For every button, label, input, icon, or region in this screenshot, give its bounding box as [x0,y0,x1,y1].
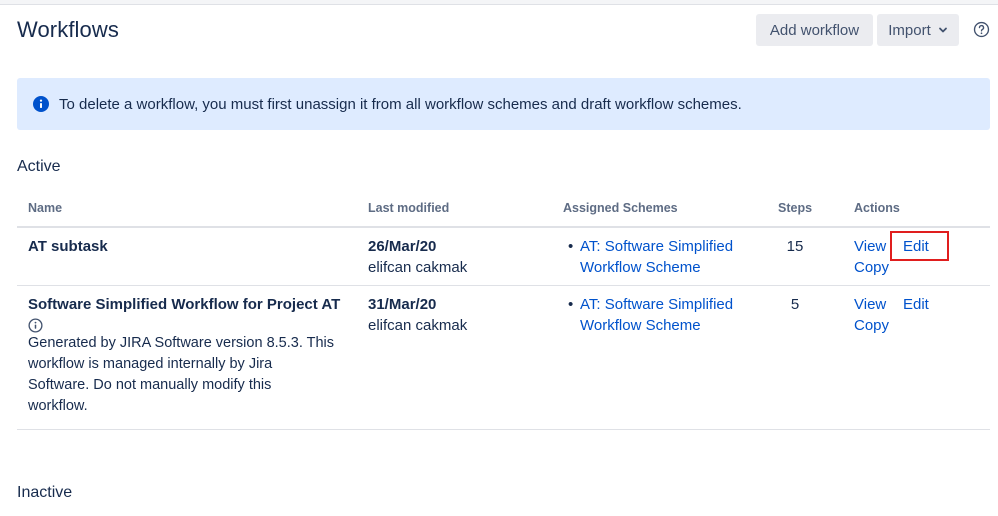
top-divider [0,0,998,5]
steps-count: 5 [790,296,800,313]
info-banner: To delete a workflow, you must first una… [17,78,990,130]
import-button[interactable]: Import [877,14,959,46]
edit-link[interactable]: Edit [903,294,929,315]
assigned-scheme: AT: Software SimplifiedWorkflow Scheme [566,236,756,278]
banner-message: To delete a workflow, you must first una… [59,95,742,113]
copy-link[interactable]: Copy [854,315,889,336]
table-row: AT subtask 26/Mar/20 elifcan cakmak AT: … [17,229,990,286]
workflow-description: Generated by JIRA Software version 8.5.3… [28,335,335,414]
workflow-name: AT subtask [28,238,108,255]
info-icon [33,96,49,112]
view-link[interactable]: View [854,236,886,257]
column-header-last-modified: Last modified [368,201,450,215]
workflow-name-cell: Software Simplified Workflow for Project… [28,294,358,417]
chevron-down-icon [938,27,947,33]
section-title-inactive: Inactive [17,484,73,501]
column-header-steps: Steps [778,201,813,215]
import-label: Import [888,21,931,39]
assigned-scheme: AT: Software SimplifiedWorkflow Scheme [566,294,756,336]
last-modified: 26/Mar/20 elifcan cakmak [368,236,467,278]
view-link[interactable]: View [854,294,886,315]
workflow-name: Software Simplified Workflow for Project… [28,296,341,313]
copy-link[interactable]: Copy [854,257,889,278]
table-header: Name Last modified Assigned Schemes Step… [17,198,990,228]
scheme-link[interactable]: AT: Software Simplified Workflow Scheme [580,238,733,276]
add-workflow-button[interactable]: Add workflow [756,14,873,46]
modified-date: 26/Mar/20 [368,238,437,255]
steps-count: 15 [786,238,804,255]
last-modified: 31/Mar/20 elifcan cakmak [368,294,467,336]
column-header-name: Name [28,201,63,215]
column-header-actions: Actions [854,201,900,215]
add-workflow-label: Add workflow [769,21,860,39]
help-icon[interactable] [973,21,990,38]
modified-date: 31/Mar/20 [368,296,437,313]
scheme-link[interactable]: AT: Software Simplified Workflow Scheme [580,296,733,334]
modified-by: elifcan cakmak [368,317,468,334]
page-title: Workflows [17,17,119,42]
modified-by: elifcan cakmak [368,259,468,276]
table-row: Software Simplified Workflow for Project… [17,287,990,430]
column-header-assigned-schemes: Assigned Schemes [563,201,678,215]
info-icon[interactable] [28,318,43,333]
section-title-active: Active [17,158,61,175]
edit-highlight-box [890,231,949,261]
